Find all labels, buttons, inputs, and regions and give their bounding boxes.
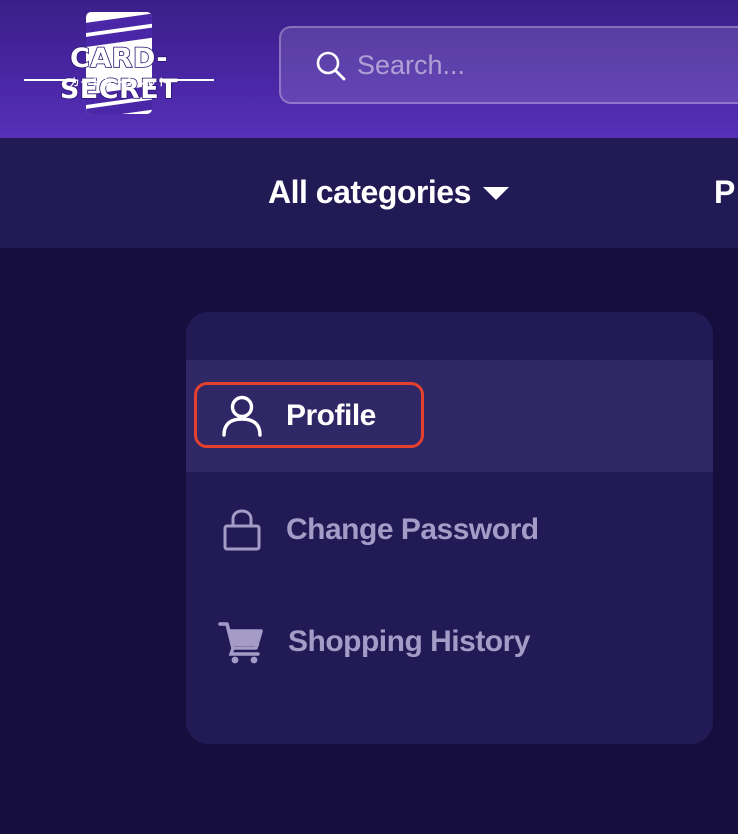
menu-item-label: Change Password	[286, 513, 539, 546]
caret-down-icon	[482, 187, 509, 200]
category-nav-item-partial[interactable]: P	[714, 174, 735, 211]
lock-icon	[223, 509, 261, 551]
menu-item-shopping-history[interactable]: Shopping History	[186, 586, 713, 698]
site-header: CARD-SECRET カードシークレット	[0, 0, 738, 138]
menu-item-label: Profile	[286, 399, 376, 432]
menu-item-change-password[interactable]: Change Password	[186, 474, 713, 586]
cart-icon	[218, 622, 263, 664]
all-categories-label: All categories	[268, 174, 471, 210]
logo-subtitle: カードシークレット	[69, 78, 169, 89]
search-icon	[316, 51, 346, 81]
menu-item-profile[interactable]: Profile	[186, 360, 713, 472]
menu-item-label: Shopping History	[288, 625, 531, 658]
user-icon	[222, 395, 262, 437]
card-secret-logo[interactable]: CARD-SECRET カードシークレット	[14, 12, 224, 114]
all-categories-dropdown[interactable]: All categories	[268, 174, 509, 211]
account-menu-panel: Profile Change Password Shopping History	[186, 312, 713, 744]
search-bar[interactable]	[279, 26, 738, 104]
search-input[interactable]	[357, 28, 737, 102]
